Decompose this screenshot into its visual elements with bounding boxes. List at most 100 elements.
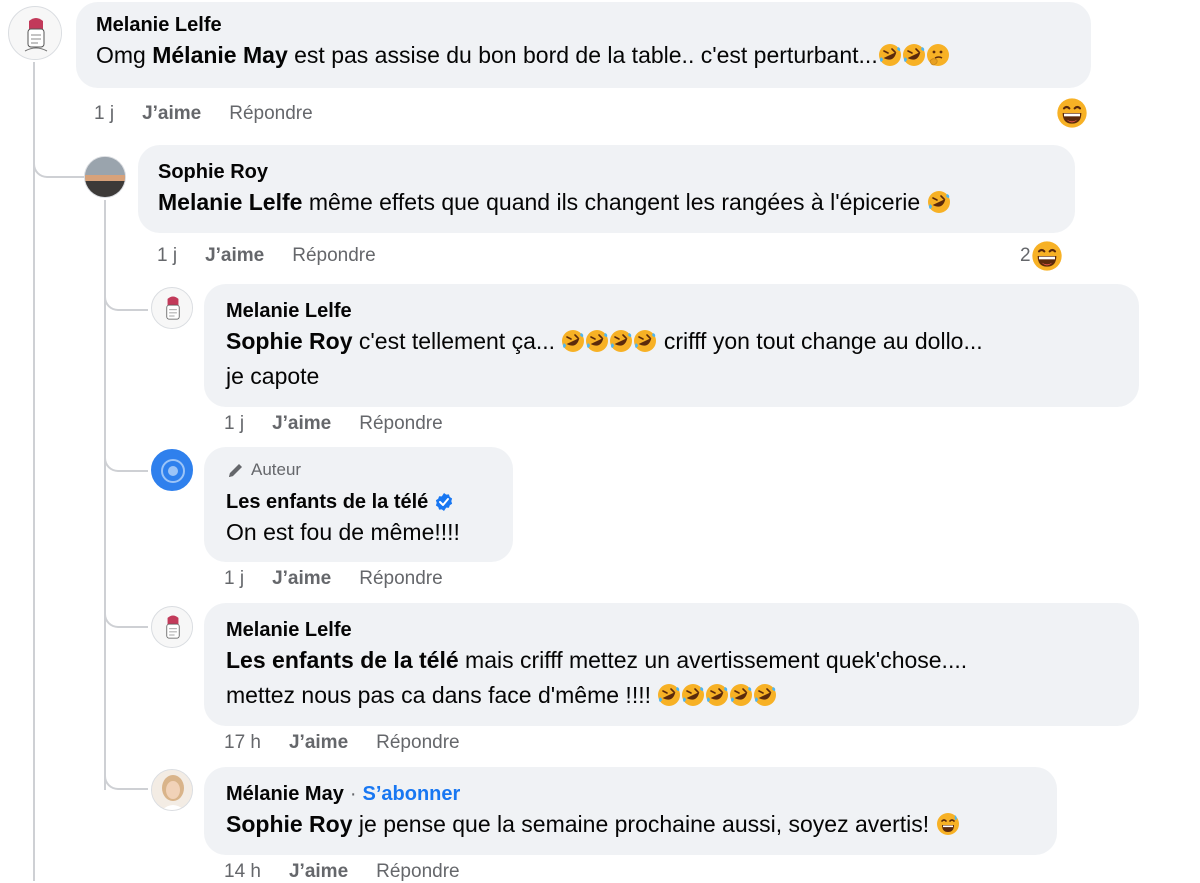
mention-link[interactable]: Les enfants de la télé	[226, 647, 459, 673]
reaction-summary[interactable]	[1056, 97, 1088, 129]
text-segment: Omg	[96, 42, 153, 68]
comment-actions: 1 j J’aime Répondre	[94, 103, 313, 125]
rofl-emoji-icon	[681, 683, 705, 707]
avatar[interactable]	[151, 769, 193, 811]
follow-button[interactable]: S’abonner	[363, 781, 461, 807]
thread-line-main	[33, 62, 35, 881]
comment-time[interactable]: 1 j	[224, 413, 244, 435]
comment-text: Sophie Roy c'est tellement ça... crifff …	[226, 324, 1119, 394]
rofl-emoji-icon	[729, 683, 753, 707]
pencil-icon	[229, 464, 242, 477]
rofl-emoji-icon	[927, 190, 951, 214]
thread-connector	[104, 446, 148, 472]
sketch-avatar-icon	[10, 8, 61, 59]
comment-text: Melanie Lelfe même effets que quand ils …	[158, 185, 1055, 220]
comment-bubble: Melanie Lelfe Sophie Roy c'est tellement…	[204, 284, 1139, 407]
sketch-avatar-icon	[152, 607, 192, 647]
comment-bubble: Mélanie May · S’abonner Sophie Roy je pe…	[204, 767, 1057, 855]
like-button[interactable]: J’aime	[289, 861, 348, 883]
comment-author[interactable]: Les enfants de la télé	[226, 489, 493, 515]
comment-bubble: Melanie Lelfe Les enfants de la télé mai…	[204, 603, 1139, 726]
rofl-emoji-icon	[902, 43, 926, 67]
mention-link[interactable]: Sophie Roy	[226, 811, 353, 837]
avatar[interactable]	[8, 6, 62, 60]
reply-button[interactable]: Répondre	[376, 732, 459, 754]
comment-time[interactable]: 1 j	[157, 245, 177, 267]
sketch-avatar-icon	[152, 288, 192, 328]
text-segment: mettez nous pas ca dans face d'même !!!!	[226, 682, 658, 708]
like-button[interactable]: J’aime	[289, 732, 348, 754]
comment-actions: 1 j J’aime Répondre	[224, 413, 443, 435]
reaction-count: 2	[1020, 245, 1031, 266]
rofl-emoji-icon	[585, 329, 609, 353]
avatar[interactable]	[151, 287, 193, 329]
comment-author[interactable]: Melanie Lelfe	[226, 617, 1119, 643]
comment-author[interactable]: Melanie Lelfe	[96, 12, 1071, 38]
thinking-emoji-icon	[926, 43, 950, 67]
text-segment: est pas assise du bon bord de la table..…	[287, 42, 878, 68]
landscape-avatar-icon	[85, 157, 125, 197]
author-role-label: Auteur	[251, 460, 302, 479]
reply-button[interactable]: Répondre	[359, 568, 442, 590]
avatar[interactable]	[151, 449, 193, 491]
like-button[interactable]: J’aime	[272, 568, 331, 590]
text-segment: crifff yon tout change au dollo...	[657, 328, 983, 354]
text-segment: mais crifff mettez un avertissement quek…	[458, 647, 968, 673]
thread-connector	[104, 764, 148, 790]
comment-actions: 14 h J’aime Répondre	[224, 861, 460, 883]
rofl-emoji-icon	[657, 683, 681, 707]
rofl-emoji-icon	[561, 329, 585, 353]
reply-button[interactable]: Répondre	[229, 103, 312, 125]
reply-button[interactable]: Répondre	[376, 861, 459, 883]
rofl-emoji-icon	[705, 683, 729, 707]
page-logo-icon	[153, 451, 192, 490]
like-button[interactable]: J’aime	[142, 103, 201, 125]
comment-text: On est fou de même!!!!	[226, 519, 460, 545]
comment-text: Les enfants de la télé mais crifff mette…	[226, 643, 1119, 713]
portrait-avatar-icon	[152, 770, 192, 810]
text-segment: je pense que la semaine prochaine aussi,…	[352, 811, 936, 837]
comment-text: Sophie Roy je pense que la semaine proch…	[226, 807, 1037, 842]
verified-badge-icon	[436, 493, 453, 511]
avatar[interactable]	[84, 156, 126, 198]
rofl-emoji-icon	[609, 329, 633, 353]
comment-text: Omg Mélanie May est pas assise du bon bo…	[96, 38, 1071, 73]
comment-bubble: Auteur Les enfants de la télé On est fou…	[204, 447, 513, 562]
sweat-smile-emoji-icon	[936, 812, 960, 836]
reaction-summary[interactable]: 2	[1020, 240, 1063, 272]
reply-button[interactable]: Répondre	[359, 413, 442, 435]
avatar[interactable]	[151, 606, 193, 648]
like-button[interactable]: J’aime	[272, 413, 331, 435]
like-button[interactable]: J’aime	[205, 245, 264, 267]
author-role-badge: Auteur	[226, 459, 493, 481]
separator: ·	[349, 783, 357, 805]
author-name[interactable]: Les enfants de la télé	[226, 489, 428, 515]
comment-bubble: Sophie Roy Melanie Lelfe même effets que…	[138, 145, 1075, 233]
mention-link[interactable]: Mélanie May	[152, 42, 288, 68]
rofl-emoji-icon	[753, 683, 777, 707]
rofl-emoji-icon	[633, 329, 657, 353]
thread-connector	[33, 150, 85, 178]
comment-actions: 17 h J’aime Répondre	[224, 732, 460, 754]
reply-button[interactable]: Répondre	[292, 245, 375, 267]
comment-author[interactable]: Melanie Lelfe	[226, 298, 1119, 324]
comment-author[interactable]: Sophie Roy	[158, 159, 1055, 185]
text-segment: c'est tellement ça...	[352, 328, 562, 354]
comment-time[interactable]: 1 j	[94, 103, 114, 125]
mention-link[interactable]: Sophie Roy	[226, 328, 353, 354]
thread-connector	[104, 602, 148, 628]
comment-actions: 1 j J’aime Répondre	[224, 568, 443, 590]
grin-emoji-icon	[1031, 240, 1063, 272]
text-segment: je capote	[226, 363, 320, 389]
author-name[interactable]: Mélanie May	[226, 781, 344, 807]
comment-time[interactable]: 17 h	[224, 732, 261, 754]
comment-time[interactable]: 1 j	[224, 568, 244, 590]
comment-actions: 1 j J’aime Répondre	[157, 245, 376, 267]
comment-time[interactable]: 14 h	[224, 861, 261, 883]
grin-emoji-icon	[1056, 97, 1088, 129]
text-segment: même effets que quand ils changent les r…	[302, 189, 927, 215]
thread-connector	[104, 285, 148, 311]
mention-link[interactable]: Melanie Lelfe	[158, 189, 302, 215]
rofl-emoji-icon	[878, 43, 902, 67]
comment-bubble: Melanie Lelfe Omg Mélanie May est pas as…	[76, 2, 1091, 88]
